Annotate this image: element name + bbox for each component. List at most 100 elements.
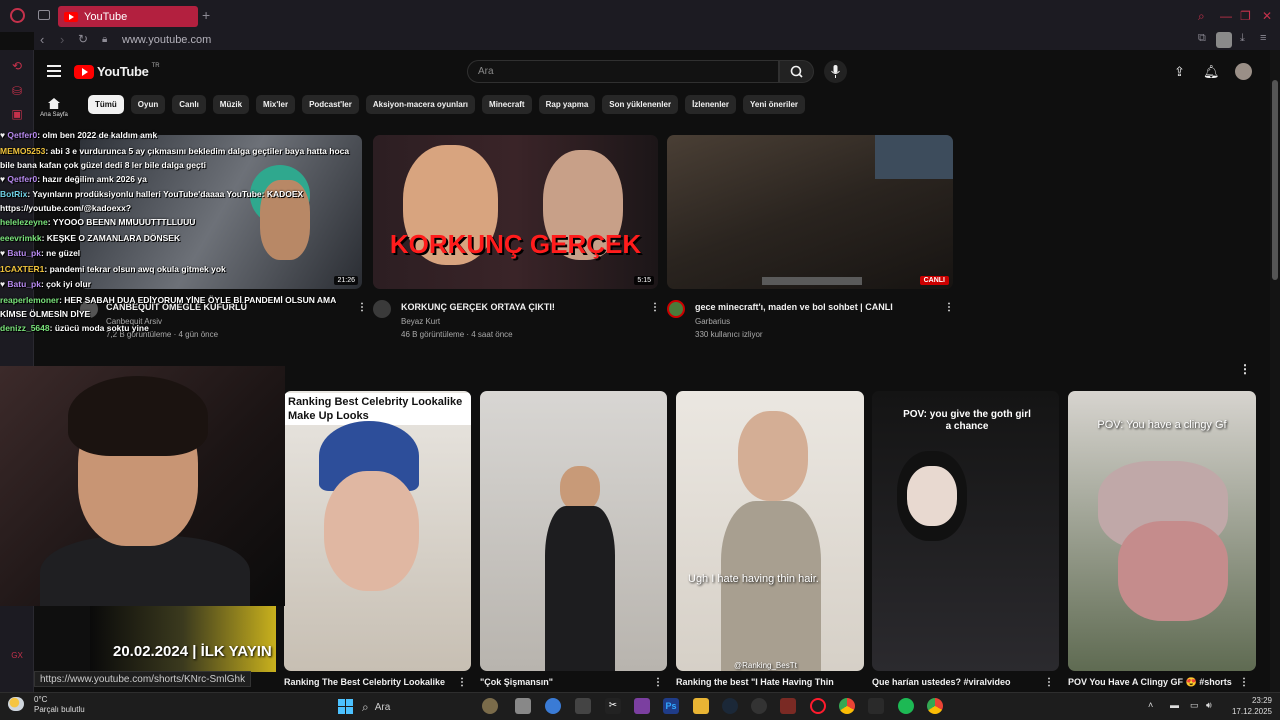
- short-title[interactable]: "Çok Şişmansın": [480, 677, 553, 687]
- search-input[interactable]: Ara: [467, 60, 779, 83]
- chip-live[interactable]: Canlı: [172, 95, 206, 114]
- chip-rap[interactable]: Rap yapma: [538, 95, 596, 114]
- tab-youtube[interactable]: YouTube: [58, 6, 198, 27]
- new-tab-icon[interactable]: +: [202, 7, 210, 23]
- app-icon[interactable]: [751, 698, 767, 714]
- tab-island-icon[interactable]: [38, 10, 50, 20]
- taskbar-search[interactable]: ⌕ Ara: [362, 696, 502, 718]
- app-icon[interactable]: [780, 698, 796, 714]
- spotify-icon[interactable]: [898, 698, 914, 714]
- short-thumbnail[interactable]: Ranking Best Celebrity Lookalike Make Up…: [284, 391, 471, 671]
- copilot-icon[interactable]: [545, 698, 561, 714]
- system-clock[interactable]: 23:29 17.12.2025: [1222, 695, 1272, 717]
- chat-message: eeevrimkk: KEŞKE O ZAMANLARA DÖNSEK: [0, 231, 360, 247]
- short-thumbnail[interactable]: Ugh I hate having thin hair. @Ranking_Be…: [676, 391, 864, 671]
- file-explorer-icon[interactable]: [693, 698, 709, 714]
- more-actions-icon[interactable]: ⋮: [944, 302, 954, 313]
- task-view-icon[interactable]: [515, 698, 531, 714]
- upload-icon[interactable]: ⇪: [1174, 64, 1185, 80]
- short-thumbnail[interactable]: [480, 391, 667, 671]
- home-label: Ana Sayfa: [40, 112, 68, 118]
- shorts-section-more-icon[interactable]: ⋮: [1239, 362, 1251, 376]
- short-thumbnail[interactable]: POV: you give the goth girl a chance: [872, 391, 1059, 671]
- short-title[interactable]: Que harían ustedes? #viralvideo: [872, 677, 1011, 687]
- more-actions-icon[interactable]: ⋮: [1044, 677, 1054, 688]
- video-thumbnail[interactable]: CANLI: [667, 135, 953, 289]
- close-icon[interactable]: ✕: [1262, 9, 1272, 23]
- chip-gaming[interactable]: Oyun: [130, 95, 166, 114]
- chrome-icon[interactable]: [927, 698, 943, 714]
- forward-icon[interactable]: ›: [60, 32, 64, 47]
- download-icon[interactable]: ⤓: [1240, 32, 1245, 45]
- channel-avatar[interactable]: [667, 300, 685, 318]
- chip-podcasts[interactable]: Podcast'ler: [302, 95, 359, 114]
- chevron-up-icon[interactable]: ˄: [1148, 700, 1153, 710]
- short-title[interactable]: Ranking the best "I Hate Having Thin: [676, 677, 834, 687]
- widgets-icon[interactable]: [482, 698, 498, 714]
- video-title[interactable]: KORKUNÇ GERÇEK ORTAYA ÇIKTI!: [401, 302, 555, 312]
- scrollbar-thumb[interactable]: [1272, 80, 1278, 280]
- more-actions-icon[interactable]: ⋮: [1239, 677, 1249, 688]
- notifications-bell-icon[interactable]: 🔔︎: [1203, 64, 1220, 80]
- search-tabs-icon[interactable]: ⌕: [1198, 9, 1205, 24]
- reload-icon[interactable]: ↻: [78, 32, 88, 46]
- chrome-icon[interactable]: [839, 698, 855, 714]
- video-thumbnail[interactable]: KORKUNÇ GERÇEK 5:15: [373, 135, 658, 289]
- chip-mixes[interactable]: Mix'ler: [256, 95, 296, 114]
- extensions-icon[interactable]: ⧉: [1198, 32, 1206, 45]
- start-button-icon[interactable]: [338, 699, 353, 714]
- chat-message: reaperlemoner: HER SABAH DUA EDİYORUM Yİ…: [0, 293, 360, 321]
- short-title[interactable]: POV You Have A Clingy GF 😍 #shorts: [1068, 677, 1232, 688]
- chip-watched[interactable]: İzlenenler: [685, 95, 736, 114]
- chip-recently-uploaded[interactable]: Son yüklenenler: [602, 95, 679, 114]
- app-tray-icon[interactable]: ▬: [1170, 700, 1179, 710]
- opera-logo-icon[interactable]: [10, 8, 25, 23]
- hamburger-menu-icon[interactable]: [47, 65, 61, 80]
- more-actions-icon[interactable]: ⋮: [653, 677, 663, 688]
- bag-icon[interactable]: ⛁: [9, 83, 25, 99]
- sidebar-item-home[interactable]: Ana Sayfa: [40, 98, 68, 118]
- volume-icon[interactable]: 🔊︎: [1206, 700, 1212, 711]
- url-field[interactable]: www.youtube.com: [122, 34, 211, 46]
- search-button[interactable]: [779, 60, 814, 83]
- photoshop-icon[interactable]: Ps: [663, 698, 679, 714]
- chip-new-to-you[interactable]: Yeni öneriler: [742, 95, 806, 114]
- more-actions-icon[interactable]: ⋮: [457, 677, 467, 688]
- messenger-icon[interactable]: ▣: [9, 106, 25, 122]
- aria-icon[interactable]: ⟲: [9, 58, 25, 74]
- maximize-icon[interactable]: ❐: [1240, 9, 1251, 23]
- gx-icon[interactable]: GX: [9, 648, 25, 664]
- app-icon[interactable]: [575, 698, 591, 714]
- back-icon[interactable]: ‹: [40, 32, 44, 47]
- windows-taskbar: 0°C Parçalı bulutlu ⌕ Ara ✂ Ps ˄ ▬ ▭ 🔊︎ 2…: [0, 692, 1280, 720]
- clock-date: 17.12.2025: [1231, 707, 1272, 716]
- network-icon[interactable]: ▭: [1190, 700, 1199, 711]
- short-thumbnail[interactable]: POV: You have a clingy Gf: [1068, 391, 1256, 671]
- chip-music[interactable]: Müzik: [212, 95, 250, 114]
- channel-name[interactable]: Garbarius: [695, 317, 730, 326]
- chip-action-adventure[interactable]: Aksiyon-macera oyunları: [365, 95, 476, 114]
- channel-avatar[interactable]: [373, 300, 391, 318]
- chip-all[interactable]: Tümü: [88, 95, 124, 114]
- account-avatar[interactable]: [1235, 63, 1252, 80]
- voice-search-button[interactable]: [824, 60, 847, 83]
- capcut-icon[interactable]: [868, 698, 884, 714]
- chip-minecraft[interactable]: Minecraft: [482, 95, 532, 114]
- youtube-favicon-icon: [64, 11, 78, 22]
- chat-text: : YYOOO BEENN MMUUUTTTLLUUU: [47, 217, 196, 227]
- more-actions-icon[interactable]: ⋮: [650, 302, 660, 313]
- channel-name[interactable]: Beyaz Kurt: [401, 317, 440, 326]
- youtube-logo[interactable]: YouTube TR: [74, 63, 160, 79]
- app-icon[interactable]: [634, 698, 650, 714]
- page-scrollbar[interactable]: [1270, 50, 1280, 692]
- steam-icon[interactable]: [722, 698, 738, 714]
- minimize-icon[interactable]: —: [1220, 9, 1232, 23]
- chat-user: Batu_pk: [7, 248, 41, 258]
- capcut-icon[interactable]: ✂: [605, 698, 621, 714]
- video-title[interactable]: gece minecraft'ı, maden ve bol sohbet | …: [695, 302, 893, 312]
- profile-avatar[interactable]: [1216, 32, 1232, 48]
- opera-gx-icon[interactable]: [810, 698, 826, 714]
- chat-message: ♥ Batu_pk: çok iyi olur: [0, 279, 92, 289]
- short-title[interactable]: Ranking The Best Celebrity Lookalike: [284, 677, 445, 687]
- menu-icon[interactable]: ≡: [1260, 32, 1266, 44]
